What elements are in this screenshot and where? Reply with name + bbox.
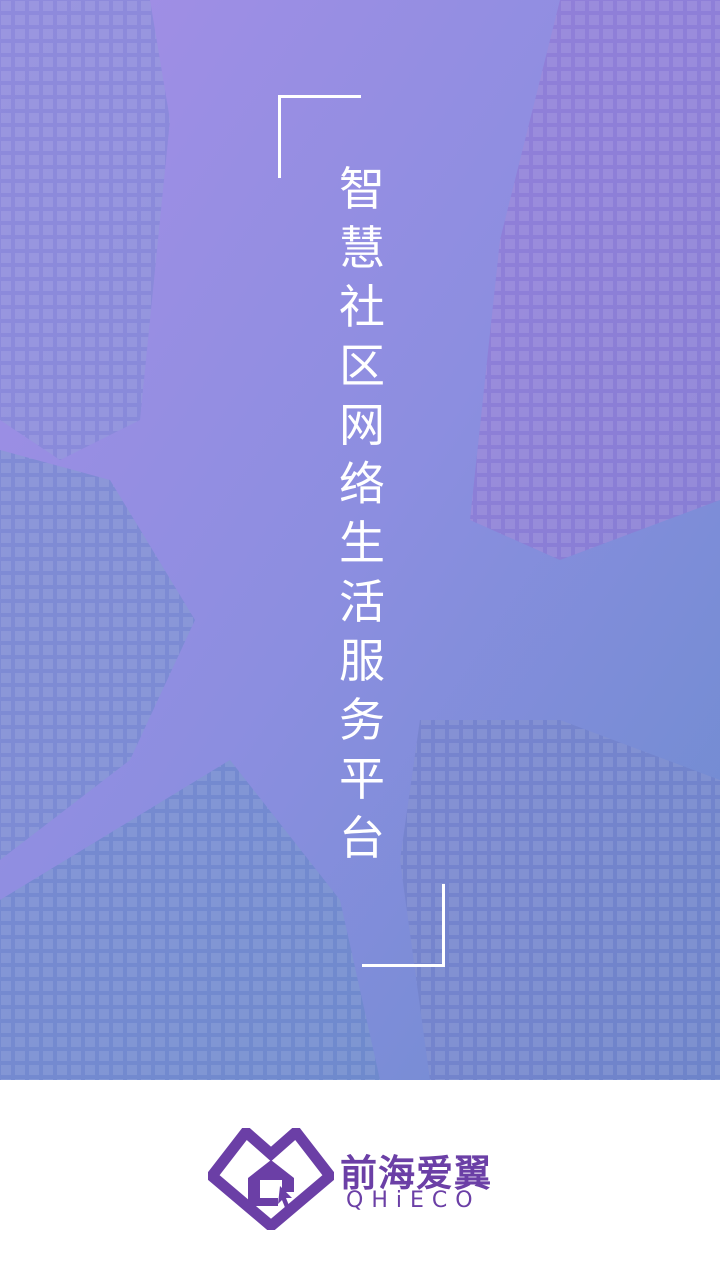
tagline-char: 网 — [339, 398, 385, 452]
tagline-char: 智 — [339, 162, 385, 216]
tagline-char: 社 — [339, 280, 385, 334]
tagline-char: 生 — [339, 516, 385, 570]
tagline-char: 慧 — [339, 221, 385, 275]
tagline-char: 区 — [339, 339, 385, 393]
tagline-char: 服 — [339, 634, 385, 688]
tagline-char: 活 — [339, 575, 385, 629]
house-heart-logo-icon — [208, 1128, 334, 1230]
brand-name-english: QHiECO — [346, 1188, 481, 1213]
vertical-tagline: 智 慧 社 区 网 络 生 活 服 务 平 台 — [332, 160, 392, 868]
tagline-char: 络 — [339, 457, 385, 511]
tagline-char: 平 — [339, 752, 385, 806]
tagline-char: 台 — [339, 811, 385, 865]
splash-screen: 智 慧 社 区 网 络 生 活 服 务 平 台 前海爱翼 QHiECO — [0, 0, 720, 1280]
frame-corner-bottom-right — [362, 884, 445, 967]
hero-background: 智 慧 社 区 网 络 生 活 服 务 平 台 — [0, 0, 720, 1080]
tagline-char: 务 — [339, 693, 385, 747]
